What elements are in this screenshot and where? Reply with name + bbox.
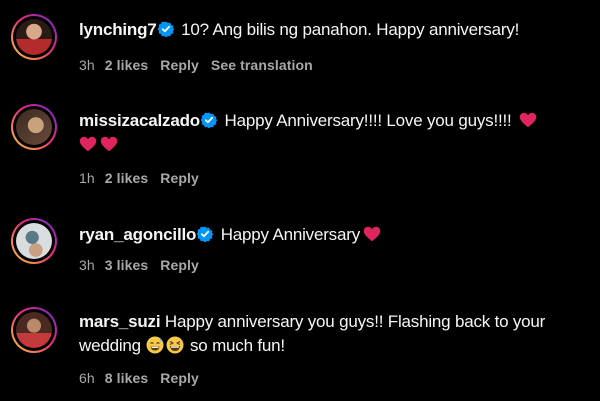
avatar[interactable] [11,218,57,264]
comment-time: 1h [79,170,95,186]
reply-button[interactable]: Reply [160,57,199,73]
comment-text-block: missizacalzado Happy Anniversary!!!! Lov… [79,109,586,157]
likes-count-link[interactable]: 2 likes [105,57,149,73]
avatar-photo [16,223,52,259]
comment-username[interactable]: mars_suzi [79,312,161,331]
grinning-squinting-emoji-icon [166,336,184,354]
avatar[interactable] [11,104,57,150]
reply-button[interactable]: Reply [160,257,199,273]
likes-count-link[interactable]: 8 likes [105,370,149,386]
comment-username[interactable]: missizacalzado [79,111,200,130]
grinning-sweat-emoji-icon [146,336,164,354]
comment-text-block: lynching7 10? Ang bilis ng panahon. Happ… [79,18,586,42]
comment-body: 10? Ang bilis ng panahon. Happy annivers… [181,20,520,39]
comment-meta: 6h 8 likes Reply [79,370,211,386]
comment-body-end: so much fun! [190,336,285,355]
avatar-photo [16,109,52,145]
comment-body: Happy Anniversary [220,225,361,244]
reply-button[interactable]: Reply [160,370,199,386]
comment-time: 6h [79,370,95,386]
likes-count-link[interactable]: 3 likes [105,257,149,273]
avatar[interactable] [11,14,57,60]
comment-meta: 3h 3 likes Reply [79,257,211,273]
see-translation-link[interactable]: See translation [211,57,313,73]
comment-username[interactable]: ryan_agoncillo [79,225,196,244]
likes-count-link[interactable]: 2 likes [105,170,149,186]
avatar-photo [16,312,52,348]
comment-meta: 3h 2 likes Reply See translation [79,57,325,73]
red-heart-icon [100,136,118,152]
red-heart-icon [363,226,381,242]
comment-time: 3h [79,257,95,273]
comment-time: 3h [79,57,95,73]
comment-body: Happy Anniversary!!!! Love you guys!!!! [224,111,512,130]
red-heart-icon [79,136,97,152]
comment-meta: 1h 2 likes Reply [79,170,211,186]
verified-badge-icon [197,226,214,242]
avatar-photo [16,19,52,55]
comment-username[interactable]: lynching7 [79,20,157,39]
reply-button[interactable]: Reply [160,170,199,186]
verified-badge-icon [157,21,174,37]
red-heart-icon [519,112,537,128]
verified-badge-icon [200,112,217,128]
comment-body: Happy anniversary you guys!! Flashing ba… [164,312,546,331]
comment-text-block: mars_suzi Happy anniversary you guys!! F… [79,310,586,358]
comment-body-continued: wedding [79,336,141,355]
comment-text-block: ryan_agoncillo Happy Anniversary [79,223,586,247]
avatar[interactable] [11,307,57,353]
